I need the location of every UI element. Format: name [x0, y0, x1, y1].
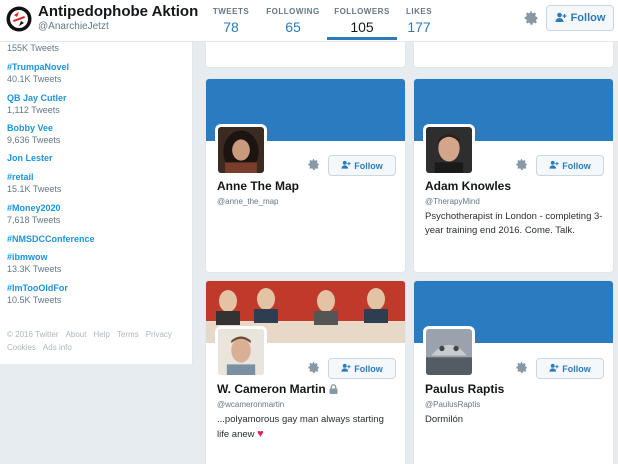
site-footer: © 2016 Twitter About Help Terms Privacy Cook… — [7, 328, 187, 354]
follow-profile-button[interactable]: Follow — [546, 5, 614, 31]
card-handle[interactable]: @PaulusRaptis — [425, 400, 480, 409]
trend-item[interactable]: Jon Lester — [7, 153, 53, 163]
stat-label: FOLLOWERS — [334, 7, 390, 16]
add-user-icon — [341, 160, 351, 171]
card-handle[interactable]: @anne_the_map — [217, 197, 279, 206]
card-handle[interactable]: @TherapyMind — [425, 197, 480, 206]
gear-icon[interactable] — [515, 158, 528, 171]
trend-tag[interactable]: #ImTooOldFor — [7, 283, 68, 293]
card-bio: Psychotherapist in London - completing 3… — [425, 211, 603, 236]
profile-name[interactable]: Antipedophobe Aktion — [38, 3, 198, 20]
trend-count: 40.1K Tweets — [7, 74, 62, 84]
trend-item[interactable]: QB Jay Cutler 1,112 Tweets — [7, 93, 67, 115]
follower-card[interactable]: Follow Anne The Map @anne_the_map — [205, 78, 406, 273]
card-handle[interactable]: @wcameronmartin — [217, 400, 284, 409]
avatar[interactable] — [215, 326, 267, 378]
profile-handle: @AnarchieJetzt — [38, 21, 109, 32]
follower-card[interactable]: Follow W. Cameron Martin @wcameronmartin… — [205, 280, 406, 464]
trend-tag[interactable]: QB Jay Cutler — [7, 93, 67, 103]
follow-label: Follow — [354, 160, 383, 171]
trend-tag[interactable]: Jon Lester — [7, 153, 53, 163]
trend-item[interactable]: Bobby Vee 9,636 Tweets — [7, 123, 60, 145]
trend-item[interactable]: #NMSDCConference — [7, 234, 95, 244]
heart-icon: ♥ — [257, 428, 264, 440]
trend-tag[interactable]: #retail — [7, 172, 61, 182]
follow-button[interactable]: Follow — [536, 358, 604, 379]
stat-label: FOLLOWING — [266, 7, 320, 16]
trend-tag[interactable]: #Money2020 — [7, 203, 61, 213]
tab-likes[interactable]: LIKES 177 — [402, 0, 436, 39]
footer-link-cookies[interactable]: Cookies — [7, 343, 36, 352]
gear-icon[interactable] — [307, 158, 320, 171]
gear-icon[interactable] — [523, 10, 539, 26]
follower-card[interactable]: Follow Paulus Raptis @PaulusRaptis Dormi… — [413, 280, 614, 464]
trend-tag[interactable]: #NMSDCConference — [7, 234, 95, 244]
follower-card[interactable]: Follow Adam Knowles @TherapyMind Psychot… — [413, 78, 614, 273]
tab-tweets[interactable]: TWEETS 78 — [207, 0, 255, 39]
trend-item[interactable]: #Money2020 7,618 Tweets — [7, 203, 61, 225]
gear-icon[interactable] — [307, 361, 320, 374]
avatar[interactable] — [423, 326, 475, 378]
follow-label: Follow — [570, 12, 606, 24]
trend-tag[interactable]: #TrumpaNovel — [7, 62, 69, 72]
add-user-icon — [549, 363, 559, 374]
trend-count: 15.1K Tweets — [7, 184, 62, 194]
follow-button[interactable]: Follow — [536, 155, 604, 176]
tab-following[interactable]: FOLLOWING 65 — [265, 0, 321, 39]
add-user-icon — [549, 160, 559, 171]
follow-label: Follow — [562, 363, 591, 374]
card-name[interactable]: Anne The Map — [217, 179, 299, 193]
follow-label: Follow — [354, 363, 383, 374]
avatar[interactable] — [215, 124, 267, 176]
trend-item[interactable]: 155K Tweets — [7, 41, 59, 53]
add-user-icon — [341, 363, 351, 374]
trend-tag[interactable]: Bobby Vee — [7, 123, 60, 133]
avatar[interactable] — [423, 124, 475, 176]
trend-item[interactable]: #TrumpaNovel 40.1K Tweets — [7, 62, 69, 84]
stat-label: LIKES — [405, 7, 433, 16]
lock-icon — [329, 383, 338, 394]
trend-item[interactable]: #ibmwow 13.3K Tweets — [7, 252, 61, 274]
trends-sidebar: 155K Tweets #TrumpaNovel 40.1K Tweets QB… — [0, 42, 193, 364]
card-name[interactable]: Adam Knowles — [425, 179, 511, 193]
footer-link-ads[interactable]: Ads info — [43, 343, 72, 352]
footer-link-terms[interactable]: Terms — [117, 330, 139, 339]
footer-copyright: © 2016 Twitter — [7, 330, 59, 339]
card-name[interactable]: W. Cameron Martin — [217, 382, 326, 396]
card-bio: ...polyamorous gay man always starting l… — [217, 414, 384, 440]
tab-followers[interactable]: FOLLOWERS 105 — [327, 0, 397, 40]
footer-link-help[interactable]: Help — [93, 330, 109, 339]
antifa-logo-avatar[interactable] — [6, 6, 32, 32]
gear-icon[interactable] — [515, 361, 528, 374]
stat-value: 65 — [285, 19, 301, 35]
card-name-row: W. Cameron Martin — [217, 382, 338, 396]
stat-label: TWEETS — [212, 7, 250, 16]
profile-nav-bar: Antipedophobe Aktion @AnarchieJetzt TWEE… — [0, 0, 618, 42]
add-user-icon — [555, 12, 567, 25]
trend-tag[interactable]: #ibmwow — [7, 252, 61, 262]
card-bio-row: ...polyamorous gay man always starting l… — [217, 413, 397, 442]
trend-count: 9,636 Tweets — [7, 135, 61, 145]
trend-item[interactable]: #retail 15.1K Tweets — [7, 172, 61, 194]
trend-item[interactable]: #ImTooOldFor 10.5K Tweets — [7, 283, 68, 305]
trend-count: 1,112 Tweets — [7, 105, 60, 115]
footer-link-about[interactable]: About — [66, 330, 87, 339]
card-bio: Dormilón — [425, 414, 464, 425]
trend-count: 7,618 Tweets — [7, 215, 61, 225]
card-name[interactable]: Paulus Raptis — [425, 382, 504, 396]
follow-label: Follow — [562, 160, 591, 171]
follow-button[interactable]: Follow — [328, 358, 396, 379]
stat-value: 177 — [407, 19, 431, 35]
trend-count: 155K Tweets — [7, 43, 59, 53]
follow-button[interactable]: Follow — [328, 155, 396, 176]
footer-link-privacy[interactable]: Privacy — [146, 330, 172, 339]
trend-count: 10.5K Tweets — [7, 295, 62, 305]
stat-value: 105 — [350, 19, 374, 35]
trend-count: 13.3K Tweets — [7, 264, 62, 274]
stat-value: 78 — [223, 19, 239, 35]
